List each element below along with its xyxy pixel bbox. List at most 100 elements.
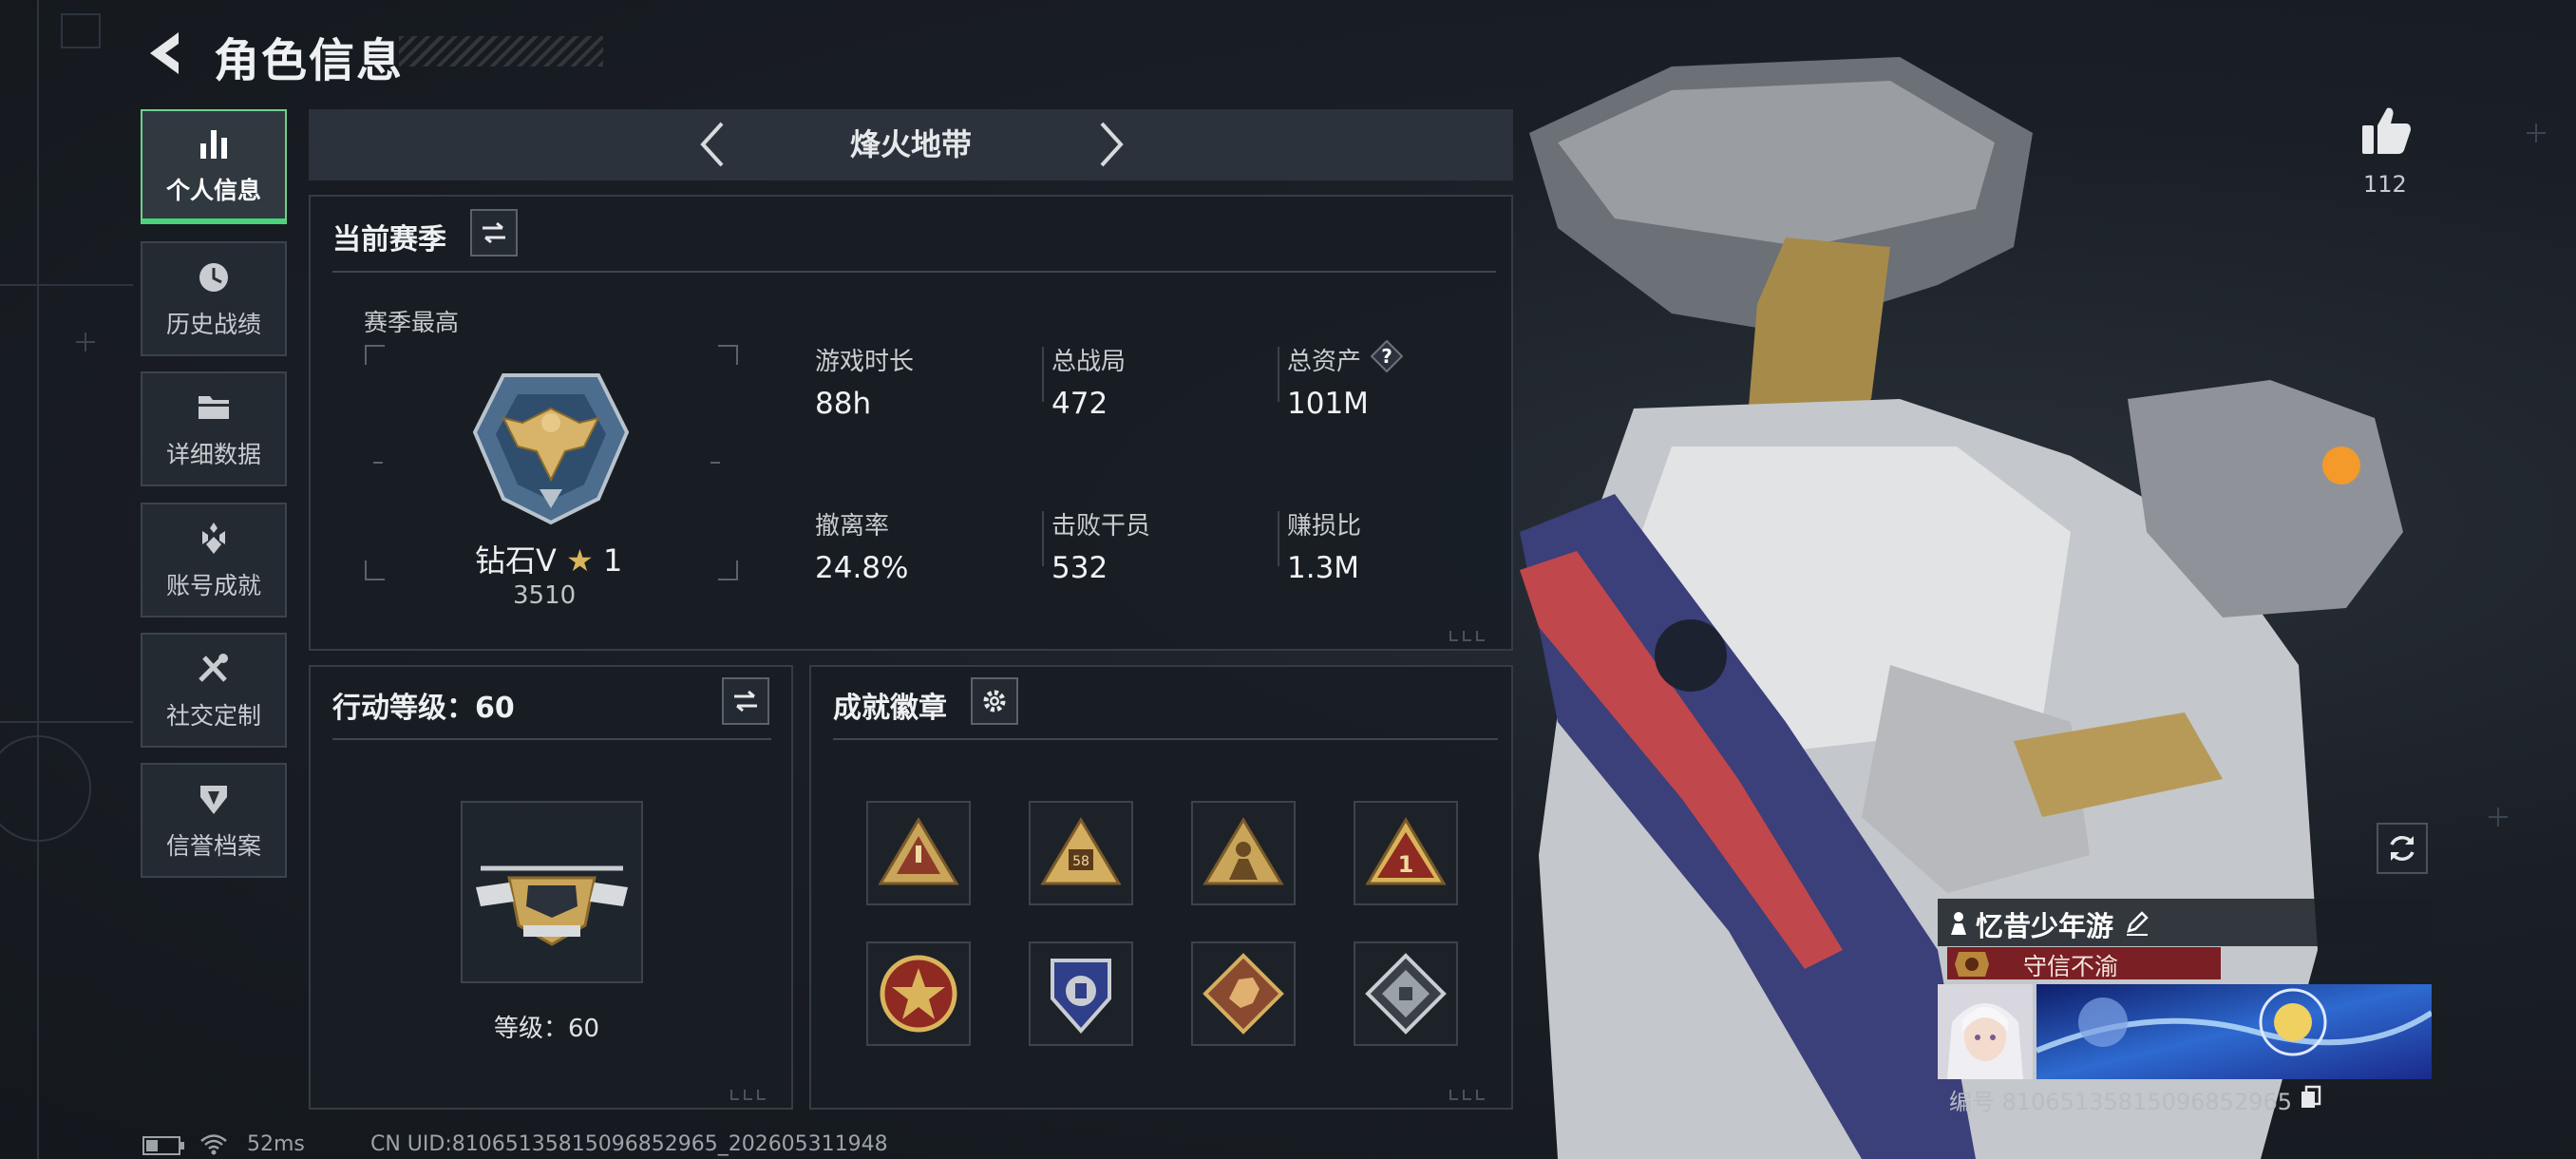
corner-decoration	[1449, 631, 1485, 641]
divider	[1042, 511, 1044, 566]
sidebar-item-history[interactable]: 历史战绩	[141, 241, 287, 356]
sidebar-item-label: 详细数据	[165, 440, 261, 468]
sidebar-item-label: 社交定制	[165, 701, 261, 730]
refresh-button[interactable]	[2377, 823, 2428, 874]
stat-value-extract-rate: 24.8%	[815, 551, 909, 585]
help-button[interactable]: ?	[1371, 340, 1403, 372]
achievement-badge[interactable]: 58	[1029, 801, 1133, 905]
star-medal-badge-icon	[880, 955, 957, 1033]
copy-icon[interactable]	[2300, 1085, 2322, 1110]
achievement-badge[interactable]: 1	[1354, 801, 1458, 905]
battery-icon	[142, 1136, 184, 1155]
helicopter-emblem-icon	[476, 865, 628, 946]
stat-label-profit-ratio: 赚损比	[1287, 512, 1362, 541]
honor-title: 守信不渝	[2023, 953, 2119, 980]
stat-value-total-matches: 472	[1051, 387, 1108, 421]
sidebar-item-label: 历史战绩	[165, 310, 261, 338]
edit-pencil-icon[interactable]	[2123, 908, 2151, 937]
shield-icon	[200, 785, 227, 814]
season-best-label: 赛季最高	[364, 309, 460, 336]
swap-icon	[734, 690, 757, 712]
divider	[332, 271, 1496, 273]
svg-text:1: 1	[1398, 851, 1414, 878]
achievement-badge[interactable]	[1029, 941, 1133, 1046]
stat-label-total-assets: 总资产	[1287, 348, 1362, 376]
sidebar-item-achievements[interactable]: 账号成就	[141, 503, 287, 618]
achievements-title: 成就徽章	[833, 692, 947, 725]
help-text: ?	[1381, 345, 1392, 368]
page-title: 角色信息	[214, 34, 405, 87]
rank-name-text: 钻石V	[475, 542, 557, 579]
rank-name: 钻石V ★ 1	[475, 537, 622, 580]
title-stripe-decoration	[399, 36, 603, 66]
soldier-triangle-badge-icon	[1203, 817, 1284, 885]
achievement-badge[interactable]	[1191, 941, 1296, 1046]
divider	[1278, 511, 1279, 566]
silver-emblem-badge-icon	[1365, 953, 1447, 1035]
divider	[332, 738, 771, 740]
season-switch-button[interactable]	[470, 209, 518, 256]
bar-chart-icon	[200, 129, 227, 159]
dragon-diamond-badge-icon	[1203, 953, 1284, 1035]
player-card: 忆昔少年游 守信不渝	[1938, 899, 2432, 1079]
achievement-badge[interactable]	[1191, 801, 1296, 905]
divider	[1042, 347, 1044, 402]
achievement-badge[interactable]	[1354, 941, 1458, 1046]
sidebar-item-social-custom[interactable]: 社交定制	[141, 633, 287, 748]
sidebar-item-credit-record[interactable]: 信誉档案	[141, 763, 287, 878]
action-level-switch-button[interactable]	[722, 677, 769, 725]
number-58-triangle-badge-icon: 58	[1040, 817, 1122, 885]
swap-icon	[483, 221, 505, 244]
soldier-icon	[1951, 912, 1966, 935]
stat-label-total-matches: 总战局	[1051, 348, 1127, 376]
sidebar-item-label: 信誉档案	[165, 831, 261, 860]
divider	[1278, 347, 1279, 402]
like-count: 112	[2363, 171, 2407, 198]
back-button[interactable]	[141, 27, 186, 80]
action-level-text: 等级：60	[494, 1015, 600, 1043]
stat-label-playtime: 游戏时长	[815, 348, 915, 376]
achievement-badge[interactable]	[866, 941, 971, 1046]
mode-next-button[interactable]	[1092, 116, 1130, 173]
like-button[interactable]	[2358, 103, 2414, 158]
season-title: 当前赛季	[332, 223, 446, 256]
player-avatar[interactable]	[1938, 984, 2033, 1079]
stat-label-kills: 击败干员	[1051, 512, 1151, 541]
sidebar-item-detailed-data[interactable]: 详细数据	[141, 371, 287, 486]
ping-text: 52ms	[247, 1132, 305, 1156]
achievement-icon	[202, 522, 225, 554]
sidebar-item-personal-info[interactable]: 个人信息	[141, 109, 287, 224]
rank-stars: 1	[602, 542, 623, 579]
thumbs-up-icon	[2362, 107, 2411, 154]
folder-icon	[199, 395, 229, 419]
history-clock-icon	[199, 262, 228, 292]
achievements-settings-button[interactable]	[971, 677, 1018, 725]
refresh-icon	[2390, 835, 2415, 862]
player-banner[interactable]	[2036, 984, 2432, 1079]
sidebar-item-label: 个人信息	[165, 176, 261, 204]
blue-shield-badge-icon	[1051, 959, 1111, 1035]
stat-value-total-assets: 101M	[1287, 387, 1369, 421]
mode-prev-button[interactable]	[693, 116, 731, 173]
svg-text:58: 58	[1072, 854, 1089, 869]
honor-crest-icon	[1955, 952, 1989, 977]
stat-value-playtime: 88h	[815, 387, 872, 421]
achievement-badge[interactable]	[866, 801, 971, 905]
back-arrow-icon	[150, 32, 179, 74]
action-level-badge	[461, 801, 643, 983]
rank-score: 3510	[513, 581, 577, 610]
sidebar-item-label: 账号成就	[165, 571, 261, 599]
rank-1-triangle-badge-icon: 1	[1365, 817, 1447, 885]
corner-decoration	[730, 1090, 766, 1100]
stat-value-profit-ratio: 1.3M	[1287, 551, 1360, 585]
mode-title: 烽火地带	[849, 126, 972, 162]
wifi-icon	[200, 1134, 227, 1155]
warning-triangle-badge-icon	[878, 817, 959, 885]
gear-icon	[983, 690, 1006, 712]
uid-text: CN UID:810651358150968529​65_20260531194…	[370, 1132, 888, 1156]
corner-decoration	[1449, 1090, 1485, 1100]
chevron-right-icon	[1100, 122, 1124, 167]
player-id: 编号 810651358150968529​65	[1949, 1089, 2293, 1115]
star-icon: ★	[566, 542, 594, 579]
rank-diamond-emblem-icon	[472, 373, 630, 525]
